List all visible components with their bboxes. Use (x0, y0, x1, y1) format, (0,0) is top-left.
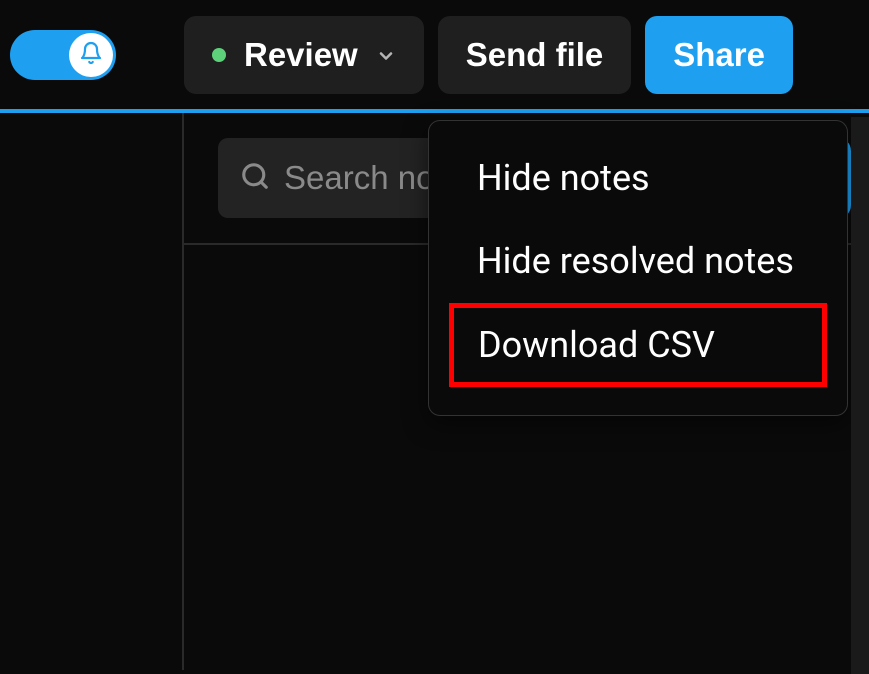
review-label: Review (244, 36, 358, 74)
search-icon (240, 161, 270, 195)
sendfile-label: Send file (466, 36, 604, 73)
menu-item-hide-notes[interactable]: Hide notes (449, 137, 827, 220)
notification-toggle-knob (69, 33, 113, 77)
chevron-down-icon (376, 36, 396, 74)
review-dropdown[interactable]: Review (184, 16, 424, 94)
scrollbar[interactable] (851, 117, 869, 674)
share-label: Share (673, 36, 765, 73)
send-file-button[interactable]: Send file (438, 16, 632, 94)
top-toolbar: Review Send file Share (0, 0, 869, 113)
menu-item-download-csv[interactable]: Download CSV (449, 303, 827, 388)
left-panel (0, 113, 184, 670)
notification-toggle[interactable] (10, 30, 116, 80)
status-dot-icon (212, 48, 226, 62)
bell-icon (79, 41, 103, 69)
menu-item-hide-resolved[interactable]: Hide resolved notes (449, 220, 827, 303)
share-button[interactable]: Share (645, 16, 793, 94)
more-options-menu: Hide notes Hide resolved notes Download … (428, 120, 848, 416)
